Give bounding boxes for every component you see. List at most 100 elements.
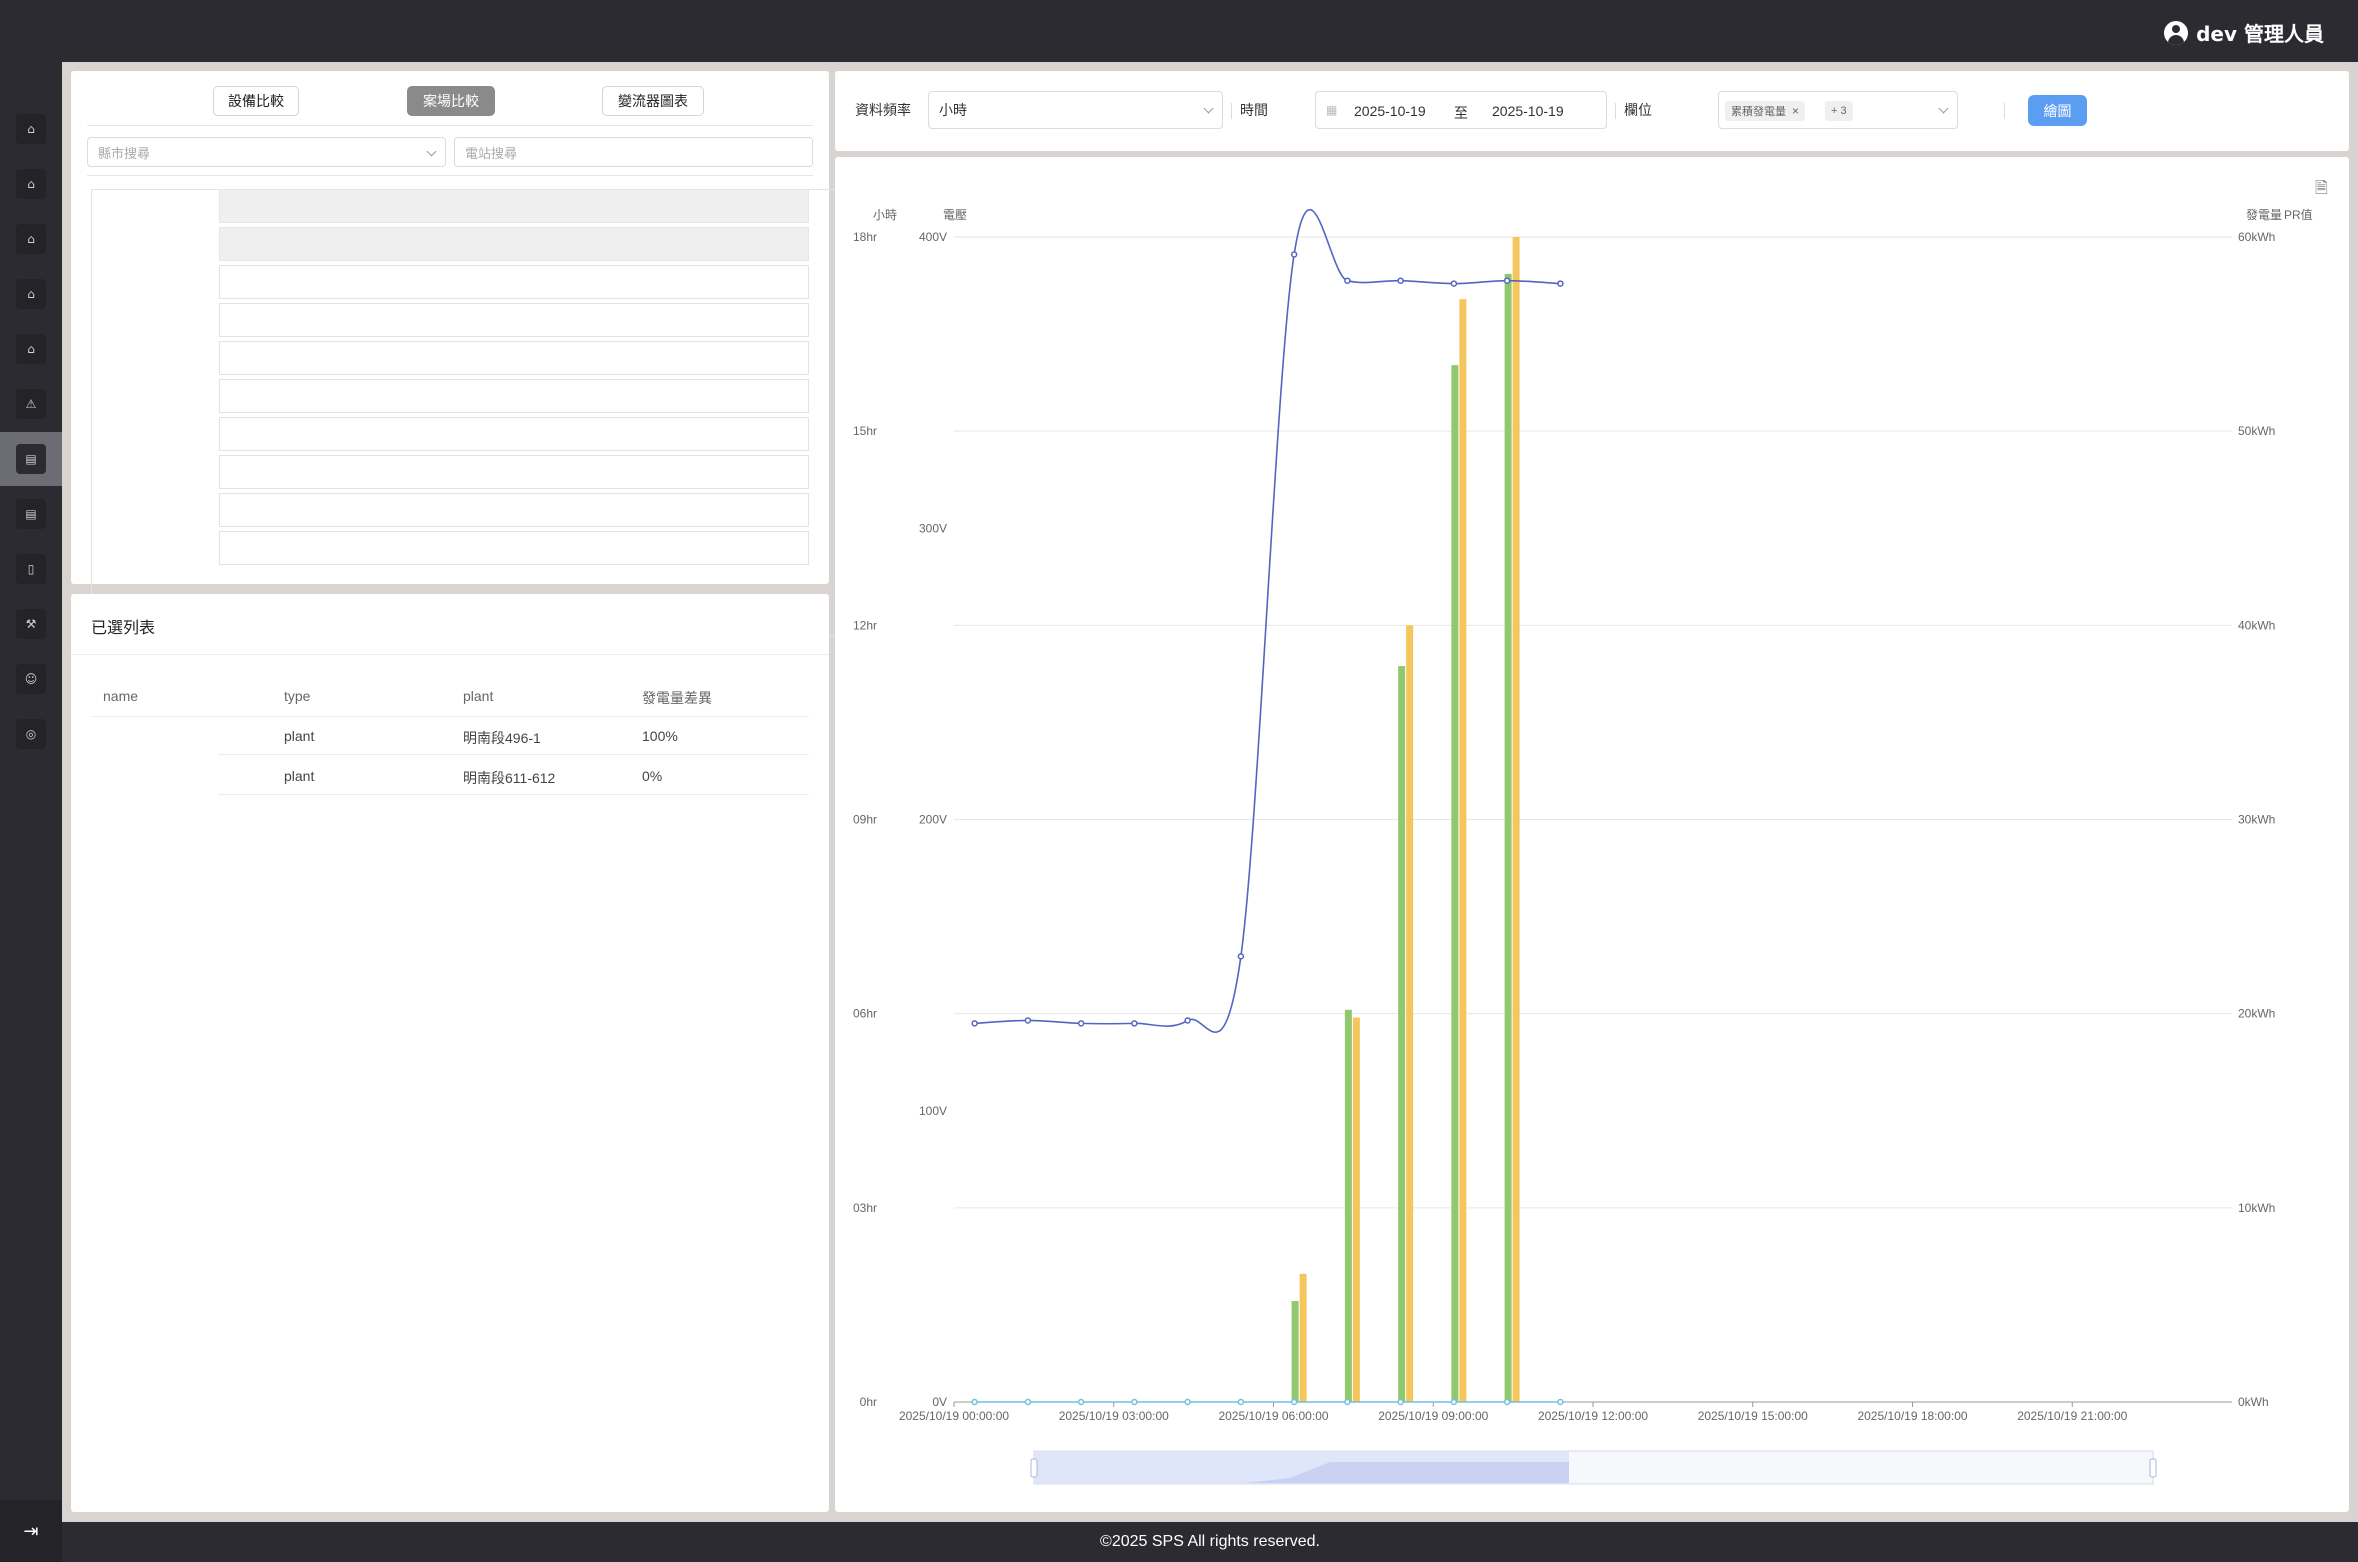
- user-name: dev 管理人員: [2196, 22, 2324, 46]
- tree-row[interactable]: [219, 531, 809, 565]
- date-start[interactable]: 2025-10-19: [1354, 103, 1426, 119]
- chart-panel: 小時 電壓 發電量 PR值 0hr 03hr 06hr 09hr 12hr 15hr 18hr 0V 1…: [835, 157, 2349, 1512]
- divider: [91, 716, 809, 717]
- tree-row[interactable]: [219, 417, 809, 451]
- voltage-point: [971, 1020, 978, 1027]
- combo-chart: 小時 電壓 發電量 PR值 0hr 03hr 06hr 09hr 12hr 15hr 18hr 0V 1…: [853, 178, 2328, 1485]
- document-icon: ▯: [16, 554, 46, 584]
- chart-filter-bar: 資料頻率 小時 時間 ▦ 2025-10-19 至 2025-10-19 欄位 …: [835, 71, 2349, 151]
- building-icon: ⌂: [16, 169, 46, 199]
- energy-tick-label: 10kWh: [2238, 1201, 2275, 1215]
- frequency-select[interactable]: 小時: [928, 91, 1223, 129]
- voltage-point: [1131, 1398, 1138, 1406]
- tree-row[interactable]: [219, 341, 809, 375]
- hours-tick-label: 0hr: [860, 1395, 877, 1409]
- tree-row[interactable]: [219, 493, 809, 527]
- hours-tick-label: 09hr: [853, 813, 877, 827]
- sidebar-item-3[interactable]: ⌂: [0, 212, 62, 266]
- sidebar-item-9[interactable]: ▯: [0, 542, 62, 596]
- tab-site-compare[interactable]: 案場比較: [407, 86, 495, 116]
- sidebar: ⌂ ⌂ ⌂ ⌂ ⌂ ⚠ ▤ ▤ ▯ ⚒ ☺ ◎ ⇥: [0, 62, 62, 1562]
- date-range-picker[interactable]: ▦ 2025-10-19 至 2025-10-19: [1315, 91, 1607, 129]
- sidebar-item-5[interactable]: ⌂: [0, 322, 62, 376]
- draw-chart-button[interactable]: 繪圖: [2028, 95, 2087, 126]
- voltage-point: [1344, 1398, 1351, 1406]
- field-tag-label: 累積發電量: [1731, 106, 1786, 118]
- row-2-type: plant: [284, 768, 315, 784]
- voltage-point: [1024, 1017, 1032, 1024]
- selected-list-panel: 已選列表 name type plant 發電量差異 plant 明南段496-…: [71, 594, 829, 1512]
- sidebar-item-1[interactable]: ⌂: [0, 102, 62, 156]
- hours-axis-title: 小時: [873, 208, 897, 222]
- divider: [218, 794, 809, 795]
- divider: [218, 754, 809, 755]
- x-tick-label: 2025/10/19 12:00:00: [1538, 1409, 1648, 1423]
- voltage-point: [1184, 1017, 1191, 1024]
- panel-title: 已選列表: [91, 620, 156, 637]
- energy-bar: [1398, 666, 1406, 1402]
- calendar-icon: ▦: [1326, 103, 1338, 117]
- energy-bar: [1406, 625, 1414, 1402]
- station-search-placeholder: 電站搜尋: [465, 145, 518, 161]
- sidebar-item-4[interactable]: ⌂: [0, 267, 62, 321]
- city-search-select[interactable]: 縣市搜尋: [87, 137, 446, 167]
- voltage-point: [1184, 1398, 1191, 1406]
- x-tick-label: 2025/10/19 15:00:00: [1698, 1409, 1808, 1423]
- tree-row[interactable]: [219, 455, 809, 489]
- date-end[interactable]: 2025-10-19: [1492, 103, 1564, 119]
- tab-device-compare[interactable]: 設備比較: [213, 86, 299, 116]
- user-avatar-icon: [2164, 20, 2189, 45]
- chart-icon: ▤: [16, 444, 46, 474]
- tree-row[interactable]: [219, 379, 809, 413]
- sidebar-item-8[interactable]: ▤: [0, 487, 62, 541]
- column-header-plant: plant: [463, 688, 494, 704]
- row-1-type: plant: [284, 728, 315, 744]
- comparison-tabs: 設備比較 案場比較 變流器圖表: [71, 86, 829, 116]
- voltage-axis-title: 電壓: [943, 208, 967, 222]
- voltage-point: [1397, 1398, 1404, 1406]
- top-bar: dev 管理人員: [0, 0, 2358, 62]
- hours-tick-label: 18hr: [853, 230, 877, 244]
- save-image-icon[interactable]: 🗎: [2315, 178, 2328, 197]
- energy-bar: [1512, 237, 1520, 1402]
- sidebar-expand-icon[interactable]: ⇥: [0, 1500, 62, 1562]
- sidebar-item-10[interactable]: ⚒: [0, 597, 62, 651]
- x-tick-label: 2025/10/19 21:00:00: [2017, 1409, 2127, 1423]
- tab-inverter-chart[interactable]: 變流器圖表: [602, 86, 704, 116]
- voltage-point: [1503, 277, 1511, 284]
- energy-bar: [1299, 1273, 1307, 1402]
- zoom-handle-left[interactable]: [1030, 1458, 1038, 1478]
- voltage-tick-label: 100V: [919, 1104, 947, 1118]
- tree-row[interactable]: [219, 265, 809, 299]
- column-header-type: type: [284, 688, 311, 704]
- energy-bar: [1344, 1009, 1352, 1402]
- sidebar-item-2[interactable]: ⌂: [0, 157, 62, 211]
- sidebar-item-6[interactable]: ⚠: [0, 377, 62, 431]
- column-header-name: name: [103, 688, 139, 704]
- building-icon: ⌂: [16, 114, 46, 144]
- tag-close-icon[interactable]: ×: [1792, 104, 1799, 118]
- hours-tick-label: 06hr: [853, 1007, 877, 1021]
- settings-icon: ◎: [16, 719, 46, 749]
- sidebar-item-11[interactable]: ☺: [0, 652, 62, 706]
- tree-row[interactable]: [219, 227, 809, 261]
- tree-row[interactable]: [219, 189, 809, 223]
- field-multiselect[interactable]: 累積發電量 × + 3: [1718, 91, 1958, 129]
- sidebar-item-12[interactable]: ◎: [0, 707, 62, 761]
- hours-tick-label: 12hr: [853, 618, 877, 632]
- voltage-point: [1237, 1398, 1245, 1406]
- hours-tick-label: 15hr: [853, 424, 877, 438]
- user-menu[interactable]: dev 管理人員: [2164, 18, 2324, 47]
- divider: [87, 125, 813, 126]
- x-tick-label: 2025/10/19 00:00:00: [899, 1409, 1009, 1423]
- voltage-point: [1290, 1398, 1298, 1406]
- sidebar-item-7[interactable]: ▤: [0, 432, 62, 486]
- divider: [1615, 103, 1616, 119]
- zoom-handle-right[interactable]: [2149, 1458, 2157, 1478]
- chevron-down-icon: [1938, 103, 1949, 114]
- tree-row[interactable]: [219, 303, 809, 337]
- energy-bar: [1459, 299, 1467, 1403]
- chevron-down-icon: [1203, 103, 1214, 114]
- station-search-input[interactable]: 電站搜尋: [454, 137, 813, 167]
- row-2-plant: 明南段611-612: [463, 770, 556, 786]
